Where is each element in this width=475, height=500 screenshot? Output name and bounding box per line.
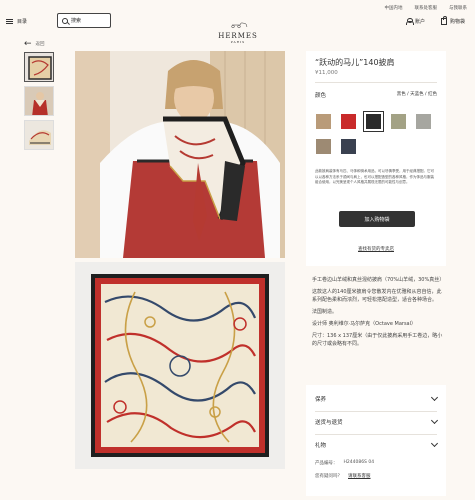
swatch-beige-fill (316, 114, 331, 129)
selected-color-name: 黑色 / 天蓝色 / 红色 (396, 92, 437, 97)
thumbnail-scarf[interactable] (24, 52, 54, 82)
add-to-cart-button[interactable]: 加入购物袋 (339, 211, 415, 227)
color-label: 颜色 (315, 93, 327, 99)
search-input[interactable]: 搜索 (57, 13, 111, 28)
detail-description: 这款这人的140厘米披肩令您散发内在优雅和从容自信，此系列配色柔和而浓烈，可轻松… (312, 289, 442, 303)
back-label: 返回 (35, 42, 45, 47)
scarf-flat-photo[interactable] (75, 262, 285, 469)
divider (315, 411, 437, 412)
product-description: 此款披肩装饰有马匹、马饰和骑术用品，可以尽情享受，用于经典搭配。它可以以各种方法… (315, 169, 434, 184)
product-code-label: 产品编号： (315, 461, 338, 466)
swatch-grey-fill (416, 114, 431, 129)
search-icon (62, 17, 68, 24)
product-code-row: 产品编号： H244086S 04 (315, 460, 374, 466)
contact-service-link[interactable]: 请联系客服 (348, 473, 371, 479)
swatch-red-fill (341, 114, 356, 129)
product-panel: “跃动的马儿”140披肩 ¥11,000 颜色 黑色 / 天蓝色 / 红色 此款… (306, 51, 446, 266)
swatch-navy-fill (341, 139, 356, 154)
color-swatch-list (313, 111, 443, 157)
info-accordion: 保养 送货与退货 礼物 产品编号： H244086S 04 您有疑问吗？ 请联系… (306, 385, 446, 496)
menu-button[interactable]: 目录 (6, 18, 27, 25)
hamburger-icon (6, 19, 13, 24)
detail-designer: 设计师 奥利维尔·马尔萨克（Octave Marsal） (312, 321, 417, 327)
folded-thumbnail-image (25, 121, 53, 149)
site-header: 目录 搜索 HERMES PARIS 账户 购物袋 (0, 10, 475, 44)
accordion-care[interactable]: 保养 (315, 393, 439, 403)
chevron-down-icon (430, 393, 439, 402)
swatch-taupe[interactable] (313, 136, 334, 157)
detail-size: 尺寸：136 x 137厘米（由于仅此披肩采用手工卷边，略小的尺寸或会略有不同。 (312, 333, 443, 347)
model-thumbnail-image (25, 87, 53, 115)
chevron-down-icon (430, 439, 439, 448)
main-product-photo[interactable] (75, 51, 285, 258)
help-question: 您有疑问吗？ (315, 474, 342, 479)
swatch-green-fill (391, 114, 406, 129)
accordion-gift[interactable]: 礼物 (315, 439, 439, 449)
brand-city: PARIS (230, 40, 246, 44)
search-placeholder: 搜索 (71, 18, 82, 24)
brand-name: HERMES (218, 32, 258, 40)
scarf-print-image (75, 262, 285, 469)
shopping-bag-button[interactable]: 购物袋 (441, 16, 466, 25)
model-photo-image (75, 51, 285, 258)
bag-label: 购物袋 (450, 19, 466, 25)
swatch-taupe-fill (316, 139, 331, 154)
thumbnail-folded[interactable] (24, 120, 54, 150)
swatch-navy[interactable] (338, 136, 359, 157)
product-details: 手工卷边山羊绒和真丝混纺披肩（70%山羊绒，30%真丝） 这款这人的140厘米披… (312, 276, 444, 352)
divider (315, 82, 437, 83)
accordion-shipping-label: 送货与退货 (315, 420, 343, 426)
help-row: 您有疑问吗？ 请联系客服 (315, 473, 371, 479)
swatch-red[interactable] (338, 111, 359, 132)
brand-logo[interactable]: HERMES PARIS (212, 13, 264, 44)
accordion-care-label: 保养 (315, 397, 327, 403)
detail-origin: 法国制造。 (312, 309, 338, 315)
person-icon (406, 18, 414, 25)
swatch-green[interactable] (388, 111, 409, 132)
bag-icon (441, 16, 447, 25)
thumbnail-model[interactable] (24, 86, 54, 116)
detail-material: 手工卷边山羊绒和真丝混纺披肩（70%山羊绒，30%真丝） (312, 277, 445, 283)
product-title: “跃动的马儿”140披肩 (315, 58, 395, 67)
chevron-down-icon (430, 416, 439, 425)
find-store-link[interactable]: 查找有货的专卖店 (306, 246, 446, 252)
swatch-black-fill (366, 114, 381, 129)
accordion-shipping[interactable]: 送货与退货 (315, 416, 439, 426)
product-price: ¥11,000 (315, 70, 338, 76)
divider (315, 434, 437, 435)
account-label: 账户 (415, 19, 426, 25)
back-link[interactable]: ← 返回 (24, 39, 45, 49)
swatch-grey[interactable] (413, 111, 434, 132)
account-button[interactable]: 账户 (406, 18, 425, 25)
swatch-beige[interactable] (313, 111, 334, 132)
swatch-black[interactable] (363, 111, 384, 132)
menu-label: 目录 (17, 19, 28, 25)
accordion-gift-label: 礼物 (315, 443, 327, 449)
scarf-thumbnail-image (25, 53, 53, 81)
thumbnail-list (24, 52, 54, 150)
arrow-left-icon: ← (24, 39, 32, 49)
carriage-logo-icon (231, 22, 248, 29)
product-code: H244086S 04 (343, 460, 375, 465)
